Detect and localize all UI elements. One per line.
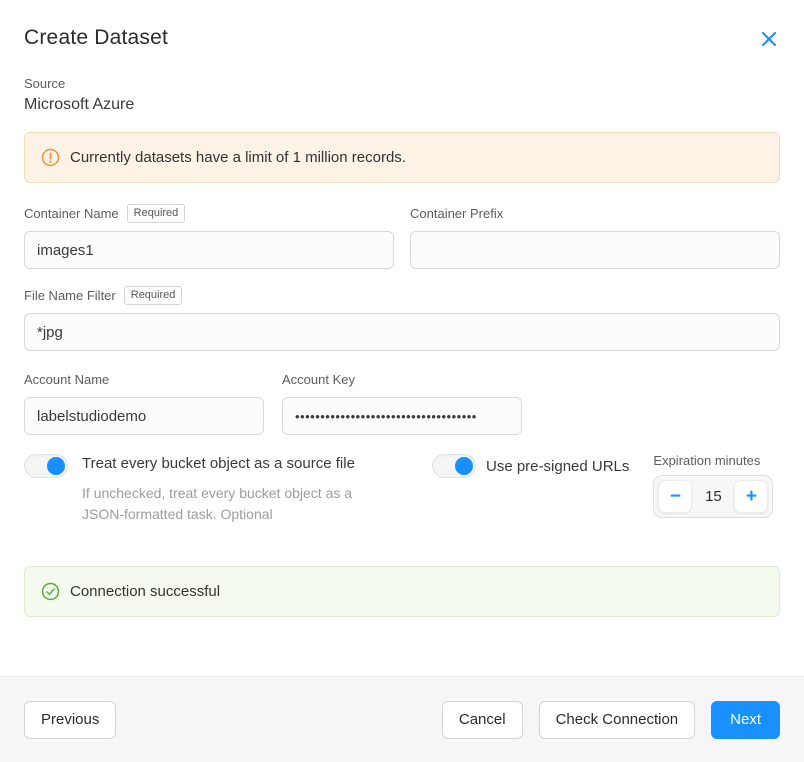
source-file-toggle-description: If unchecked, treat every bucket object … [82, 483, 382, 526]
modal-footer: Previous Cancel Check Connection Next [0, 676, 804, 762]
account-key-label: Account Key [282, 372, 355, 387]
expiration-minutes-value: 15 [692, 488, 734, 505]
expiration-minutes-field: Expiration minutes − 15 + [653, 453, 773, 526]
cancel-button[interactable]: Cancel [442, 701, 523, 739]
source-section: Source Microsoft Azure [24, 76, 780, 114]
source-file-option: Treat every bucket object as a source fi… [24, 453, 432, 526]
account-name-input[interactable] [24, 397, 264, 435]
check-connection-button[interactable]: Check Connection [539, 701, 696, 739]
alert-circle-icon [41, 148, 60, 167]
toggle-knob [47, 457, 65, 475]
footer-actions: Cancel Check Connection Next [442, 701, 780, 739]
expiration-minutes-stepper: − 15 + [653, 475, 773, 518]
container-fields-row: Container Name Required Container Prefix [24, 183, 780, 269]
source-file-toggle-label: Treat every bucket object as a source fi… [82, 453, 366, 476]
check-circle-icon [41, 582, 60, 601]
container-name-input[interactable] [24, 231, 394, 269]
connection-status-banner: Connection successful [24, 566, 780, 617]
close-icon [760, 30, 778, 48]
page-title: Create Dataset [24, 26, 168, 50]
options-row: Treat every bucket object as a source fi… [24, 453, 780, 526]
required-badge: Required [127, 204, 186, 223]
modal-header: Create Dataset [24, 26, 780, 50]
account-name-label: Account Name [24, 372, 109, 387]
source-file-texts: Treat every bucket object as a source fi… [82, 453, 382, 526]
account-fields-row: Account Name Account Key [24, 351, 780, 435]
expiration-minutes-label: Expiration minutes [653, 453, 773, 468]
source-label: Source [24, 76, 780, 91]
source-file-toggle[interactable] [24, 454, 68, 478]
container-name-field: Container Name Required [24, 183, 394, 269]
container-prefix-label: Container Prefix [410, 206, 503, 221]
file-name-filter-input[interactable] [24, 313, 780, 351]
create-dataset-modal: Create Dataset Source Microsoft Azure [0, 0, 804, 762]
warning-banner: Currently datasets have a limit of 1 mil… [24, 132, 780, 183]
container-name-label: Container Name [24, 206, 119, 221]
previous-button[interactable]: Previous [24, 701, 116, 739]
next-button[interactable]: Next [711, 701, 780, 739]
account-key-input[interactable] [282, 397, 522, 435]
container-prefix-field: Container Prefix [410, 183, 780, 269]
file-name-filter-field: File Name Filter Required [24, 285, 780, 351]
container-prefix-input[interactable] [410, 231, 780, 269]
account-name-field: Account Name [24, 351, 264, 435]
connection-status-text: Connection successful [70, 583, 220, 600]
account-key-field: Account Key [282, 351, 522, 435]
file-name-filter-label: File Name Filter [24, 288, 116, 303]
increment-button[interactable]: + [734, 480, 768, 513]
minus-icon: − [670, 487, 681, 506]
plus-icon: + [746, 487, 757, 506]
required-badge: Required [124, 286, 183, 305]
modal-body: Create Dataset Source Microsoft Azure [0, 0, 804, 676]
decrement-button[interactable]: − [658, 480, 692, 513]
close-button[interactable] [758, 28, 780, 50]
warning-text: Currently datasets have a limit of 1 mil… [70, 149, 406, 166]
toggle-knob [455, 457, 473, 475]
presigned-urls-toggle[interactable] [432, 454, 476, 478]
source-value: Microsoft Azure [24, 96, 780, 114]
presigned-urls-option: Use pre-signed URLs Expiration minutes −… [432, 453, 773, 526]
presigned-urls-toggle-label: Use pre-signed URLs [486, 456, 629, 526]
